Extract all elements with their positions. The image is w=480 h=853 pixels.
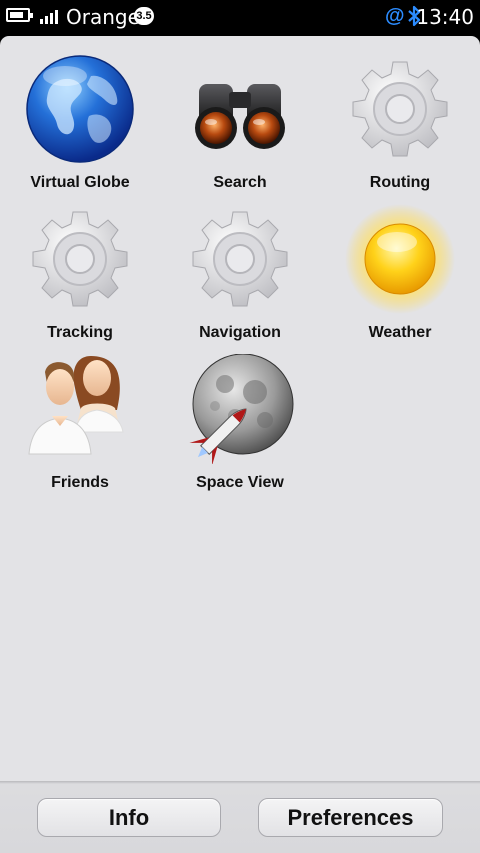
carrier-name: Orange bbox=[66, 5, 140, 29]
network-type-badge: 3.5 bbox=[134, 7, 154, 25]
bottom-toolbar: Info Preferences bbox=[0, 781, 480, 853]
moon-rocket-icon bbox=[185, 354, 295, 464]
app-virtual-globe[interactable]: Virtual Globe bbox=[0, 36, 160, 191]
info-button[interactable]: Info bbox=[37, 798, 221, 837]
app-navigation[interactable]: Navigation bbox=[160, 186, 320, 341]
main-panel: Virtual Globe Search Routing Tracking Na… bbox=[0, 36, 480, 781]
status-bar: Orange 3.5 @ 13:40 bbox=[0, 0, 480, 36]
app-search[interactable]: Search bbox=[160, 36, 320, 191]
binoculars-icon bbox=[185, 54, 295, 164]
app-tracking[interactable]: Tracking bbox=[0, 186, 160, 341]
gear-icon bbox=[185, 204, 295, 314]
signal-strength-icon bbox=[40, 10, 60, 24]
app-routing[interactable]: Routing bbox=[320, 36, 480, 191]
app-space-view[interactable]: Space View bbox=[160, 336, 320, 491]
app-label: Weather bbox=[368, 324, 432, 341]
app-friends[interactable]: Friends bbox=[0, 336, 160, 491]
clock: 13:40 bbox=[416, 5, 474, 29]
app-weather[interactable]: Weather bbox=[320, 186, 480, 341]
app-label: Space View bbox=[196, 474, 284, 491]
gear-icon bbox=[25, 204, 135, 314]
email-at-icon: @ bbox=[385, 5, 405, 27]
sun-icon bbox=[345, 204, 455, 314]
gear-icon bbox=[345, 54, 455, 164]
preferences-button[interactable]: Preferences bbox=[258, 798, 443, 837]
battery-icon bbox=[6, 8, 33, 22]
globe-icon bbox=[25, 54, 135, 164]
people-icon bbox=[25, 354, 135, 464]
app-label: Friends bbox=[51, 474, 109, 491]
